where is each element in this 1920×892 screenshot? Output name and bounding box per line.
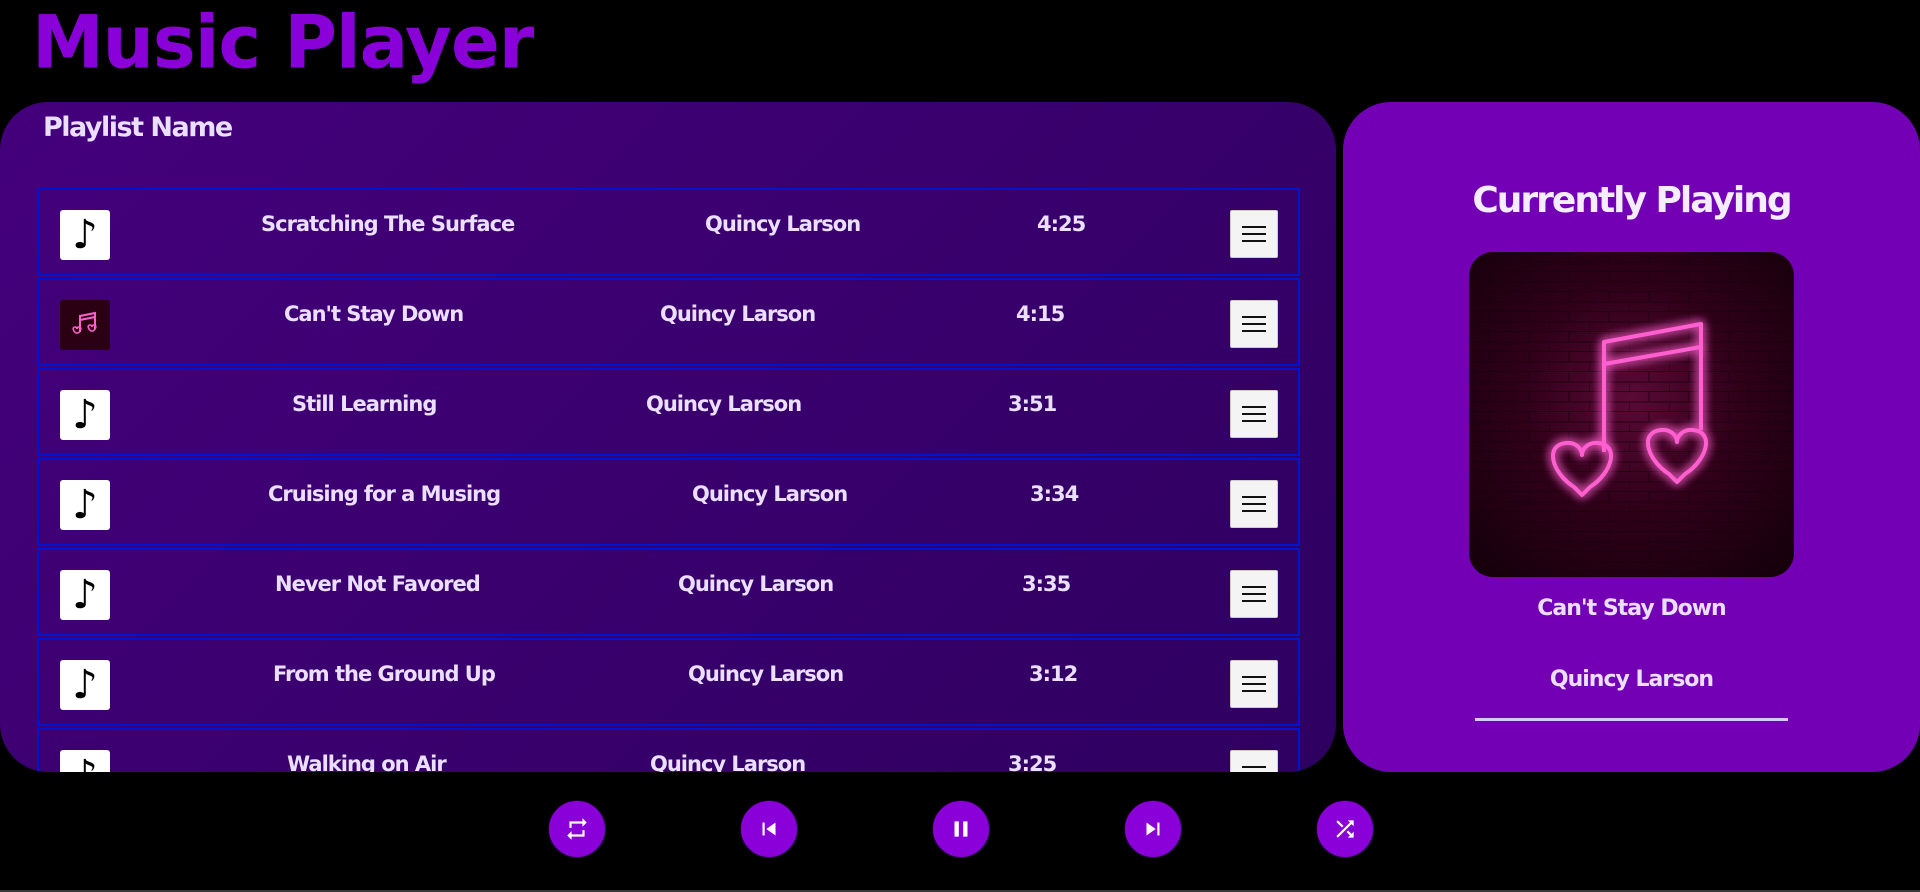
- track-duration: 3:35: [1022, 572, 1071, 596]
- pause-button[interactable]: [932, 800, 990, 858]
- now-playing-panel: Currently Playing Can't Stay Down Quincy…: [1343, 102, 1920, 772]
- shuffle-icon: [1336, 820, 1354, 838]
- track-artist: Quincy Larson: [705, 212, 861, 236]
- track-menu-button[interactable]: [1230, 480, 1278, 528]
- player-controls: [0, 800, 1920, 860]
- track-title: Still Learning: [292, 392, 437, 416]
- now-playing-heading: Currently Playing: [1472, 180, 1792, 221]
- track-artist: Quincy Larson: [692, 482, 848, 506]
- track-title: Scratching The Surface: [261, 212, 515, 236]
- track-menu-button[interactable]: [1230, 660, 1278, 708]
- track-artist: Quincy Larson: [650, 752, 806, 772]
- neon-heart-note-icon: [60, 300, 110, 350]
- music-note-icon: ♪: [60, 210, 110, 260]
- music-note-icon: ♪: [60, 480, 110, 530]
- track-menu-button[interactable]: [1230, 210, 1278, 258]
- repeat-button[interactable]: [548, 800, 606, 858]
- track-menu-button[interactable]: [1230, 390, 1278, 438]
- track-row[interactable]: ♪ From the Ground Up Quincy Larson 3:12: [37, 638, 1300, 726]
- track-title: From the Ground Up: [273, 662, 496, 686]
- track-artist: Quincy Larson: [646, 392, 802, 416]
- track-title: Cruising for a Musing: [268, 482, 501, 506]
- track-row[interactable]: ♪ Never Not Favored Quincy Larson 3:35: [37, 548, 1300, 636]
- track-menu-button[interactable]: [1230, 300, 1278, 348]
- track-artist: Quincy Larson: [688, 662, 844, 686]
- track-menu-button[interactable]: [1230, 750, 1278, 772]
- previous-button[interactable]: [740, 800, 798, 858]
- previous-icon: [762, 822, 776, 836]
- music-note-icon: ♪: [60, 660, 110, 710]
- track-row[interactable]: ♪ Cruising for a Musing Quincy Larson 3:…: [37, 458, 1300, 546]
- track-title: Walking on Air: [287, 752, 447, 772]
- track-duration: 4:15: [1016, 302, 1065, 326]
- track-artist: Quincy Larson: [678, 572, 834, 596]
- playlist-name: Playlist Name: [43, 112, 233, 143]
- next-button[interactable]: [1124, 800, 1182, 858]
- track-row[interactable]: ♪ Still Learning Quincy Larson 3:51: [37, 368, 1300, 456]
- music-note-icon: ♪: [60, 390, 110, 440]
- track-title: Never Not Favored: [275, 572, 481, 596]
- shuffle-button[interactable]: [1316, 800, 1374, 858]
- next-icon: [1146, 822, 1160, 836]
- track-row[interactable]: ♪ Scratching The Surface Quincy Larson 4…: [37, 188, 1300, 276]
- track-row[interactable]: ♪ Walking on Air Quincy Larson 3:25: [37, 728, 1300, 772]
- now-playing-title: Can't Stay Down: [1537, 596, 1726, 621]
- track-artist: Quincy Larson: [660, 302, 816, 326]
- track-duration: 4:25: [1037, 212, 1086, 236]
- album-cover: [1469, 252, 1794, 577]
- track-title: Can't Stay Down: [284, 302, 464, 326]
- track-row[interactable]: Can't Stay Down Quincy Larson 4:15: [37, 278, 1300, 366]
- pause-icon: [954, 821, 968, 837]
- track-duration: 3:51: [1008, 392, 1057, 416]
- playlist-panel: Playlist Name ♪ Scratching The Surface Q…: [0, 102, 1336, 772]
- progress-bar[interactable]: [1475, 718, 1788, 721]
- track-duration: 3:25: [1008, 752, 1057, 772]
- repeat-icon: [567, 818, 587, 840]
- now-playing-artist: Quincy Larson: [1549, 667, 1714, 692]
- neon-heart-note-icon: [1469, 252, 1794, 577]
- app-title: Music Player: [32, 0, 534, 85]
- music-note-icon: ♪: [60, 570, 110, 620]
- track-menu-button[interactable]: [1230, 570, 1278, 618]
- track-duration: 3:12: [1029, 662, 1078, 686]
- music-note-icon: ♪: [60, 750, 110, 772]
- track-list: ♪ Scratching The Surface Quincy Larson 4…: [37, 188, 1300, 772]
- track-duration: 3:34: [1030, 482, 1079, 506]
